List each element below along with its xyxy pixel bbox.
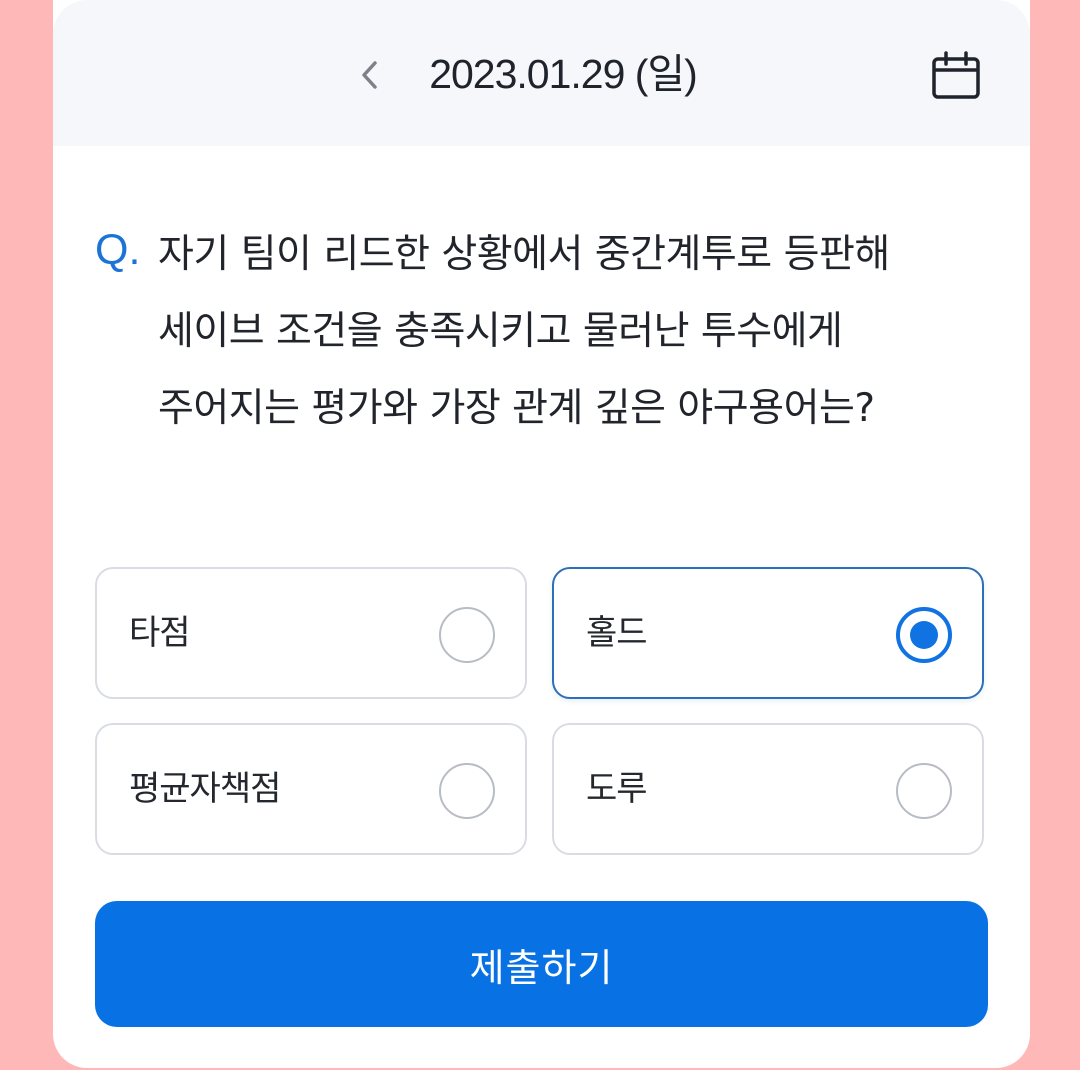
option-1[interactable]: 타점 [95,567,527,699]
radio-button[interactable] [439,763,495,819]
submit-button[interactable]: 제출하기 [95,901,988,1027]
calendar-icon [932,51,980,99]
chevron-left-icon [362,61,377,89]
current-date: 2023.01.29 (일) [429,51,698,97]
option-label: 타점 [129,613,191,653]
question-prefix: Q. [95,226,141,274]
option-label: 평균자책점 [129,769,281,809]
date-header: 2023.01.29 (일) [53,0,1030,146]
radio-button-selected[interactable] [896,607,952,663]
previous-date-button[interactable] [340,45,400,105]
option-label: 홀드 [586,613,648,653]
quiz-card: 2023.01.29 (일) Q. 자기 팀이 리드한 상황에서 중간계투로 등… [53,0,1030,1068]
option-4[interactable]: 도루 [552,723,984,855]
option-2[interactable]: 홀드 [552,567,984,699]
radio-button[interactable] [896,763,952,819]
radio-button[interactable] [439,607,495,663]
option-label: 도루 [586,769,648,809]
radio-dot [910,621,938,649]
option-3[interactable]: 평균자책점 [95,723,527,855]
question-text: 자기 팀이 리드한 상황에서 중간계투로 등판해 세이브 조건을 충족시키고 물… [158,232,890,431]
calendar-button[interactable] [925,45,987,107]
